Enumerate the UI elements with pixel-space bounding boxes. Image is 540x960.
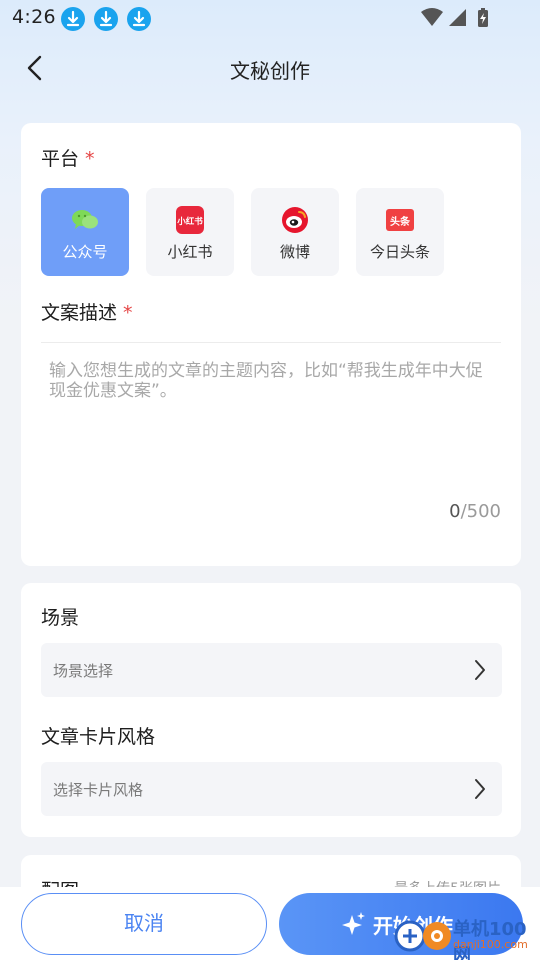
weibo-icon <box>282 207 308 233</box>
platform-option-wechat[interactable]: 公众号 <box>41 188 129 276</box>
platform-option-weibo[interactable]: 微博 <box>251 188 339 276</box>
signal-icon <box>449 9 466 26</box>
character-count-current: 0 <box>449 501 461 522</box>
xiaohongshu-icon: 小红书 <box>176 206 204 234</box>
status-time: 4:26 <box>12 6 56 28</box>
wechat-icon <box>72 210 98 229</box>
platform-label-xiaohongshu: 小红书 <box>167 243 213 261</box>
wifi-icon <box>421 8 443 26</box>
cancel-button[interactable]: 取消 <box>21 893 267 955</box>
required-mark: * <box>123 302 133 324</box>
download-icon <box>94 7 118 31</box>
svg-text:小红书: 小红书 <box>176 216 203 227</box>
card-style-select[interactable]: 选择卡片风格 <box>41 762 502 816</box>
scene-label: 场景 <box>41 607 80 629</box>
svg-text:头条: 头条 <box>390 215 411 228</box>
scene-select-placeholder: 场景选择 <box>53 662 114 680</box>
platform-label-wechat: 公众号 <box>62 243 108 261</box>
options-card: 场景 场景选择 文章卡片风格 选择卡片风格 <box>21 583 521 837</box>
status-bar: 4:26 <box>0 0 540 36</box>
toutiao-icon: 头条 <box>386 209 414 231</box>
watermark-subtitle: danji100.com <box>453 938 528 951</box>
required-mark: * <box>85 148 95 170</box>
creation-form-card: 平台 * 公众号 小红书 小红书 微博 头条 今日头条 文案描述 * 输入您想生… <box>21 123 521 566</box>
platform-option-toutiao[interactable]: 头条 今日头条 <box>356 188 444 276</box>
card-style-label: 文章卡片风格 <box>41 726 156 748</box>
battery-charging-icon <box>478 8 488 27</box>
page-title: 文秘创作 <box>230 59 310 83</box>
watermark-logo-icon <box>394 920 451 952</box>
sparkle-icon <box>342 912 365 935</box>
divider <box>41 342 501 343</box>
chevron-right-icon <box>475 660 485 680</box>
platform-label-weibo: 微博 <box>279 243 310 261</box>
status-icons <box>420 7 500 33</box>
character-count-max: /500 <box>460 501 501 522</box>
chevron-right-icon <box>475 779 485 799</box>
platform-option-xiaohongshu[interactable]: 小红书 小红书 <box>146 188 234 276</box>
watermark: 单机100网 danji100.com <box>393 905 538 960</box>
scene-select[interactable]: 场景选择 <box>41 643 502 697</box>
character-counter: 0/500 <box>449 501 501 522</box>
platform-label-toutiao: 今日头条 <box>369 243 430 261</box>
download-icon <box>127 7 151 31</box>
download-icon <box>61 7 85 31</box>
description-label: 文案描述 * <box>41 302 133 324</box>
card-style-select-placeholder: 选择卡片风格 <box>53 781 144 799</box>
platform-label: 平台 * <box>41 148 95 170</box>
description-input[interactable] <box>41 355 501 495</box>
